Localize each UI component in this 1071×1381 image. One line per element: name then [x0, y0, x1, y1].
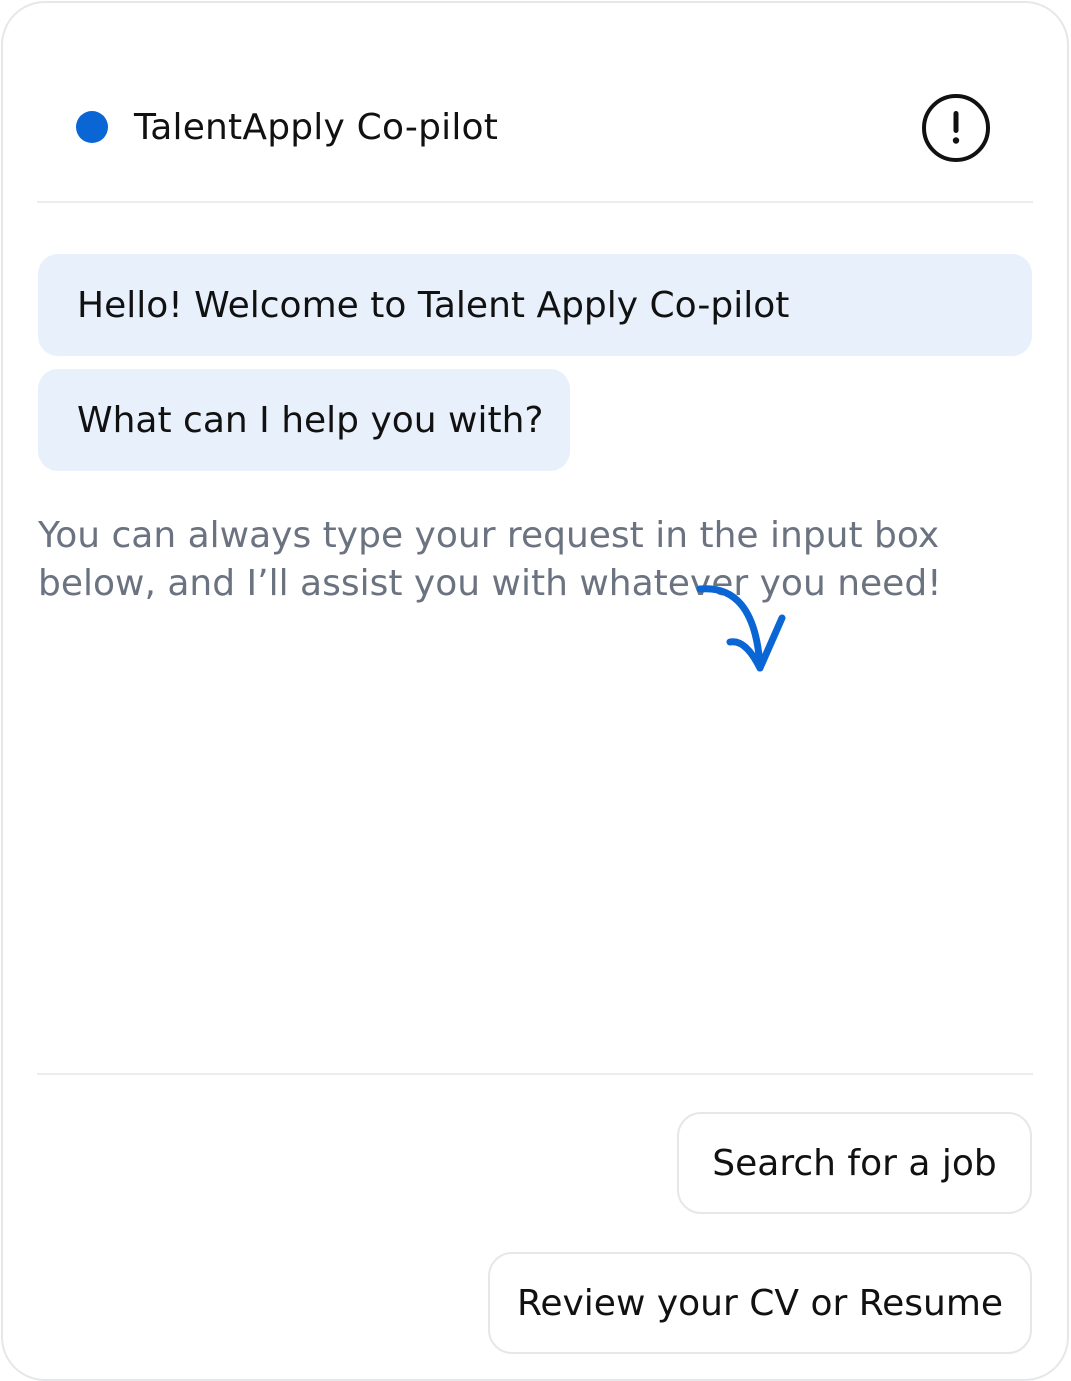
- chat-title: TalentApply Co-pilot: [134, 107, 499, 148]
- message-text: What can I help you with?: [77, 399, 544, 441]
- curved-arrow-down-icon: [696, 585, 786, 672]
- suggestion-label: Review your CV or Resume: [516, 1282, 1004, 1324]
- hint-text: You can always type your request in the …: [38, 515, 942, 604]
- status-dot: [76, 111, 108, 143]
- header-divider: [37, 201, 1033, 203]
- suggestion-label: Search for a job: [712, 1142, 997, 1184]
- exclamation-icon: [952, 111, 960, 144]
- suggestions-divider: [37, 1073, 1033, 1075]
- message-text: Hello! Welcome to Talent Apply Co-pilot: [77, 284, 790, 326]
- suggestion-review-cv-button[interactable]: Review your CV or Resume: [488, 1252, 1032, 1354]
- suggestion-search-job-button[interactable]: Search for a job: [677, 1112, 1032, 1214]
- bot-message: What can I help you with?: [38, 369, 570, 471]
- bot-message: Hello! Welcome to Talent Apply Co-pilot: [38, 254, 1032, 356]
- info-button[interactable]: [922, 94, 990, 162]
- chat-header: TalentApply Co-pilot: [0, 0, 1071, 202]
